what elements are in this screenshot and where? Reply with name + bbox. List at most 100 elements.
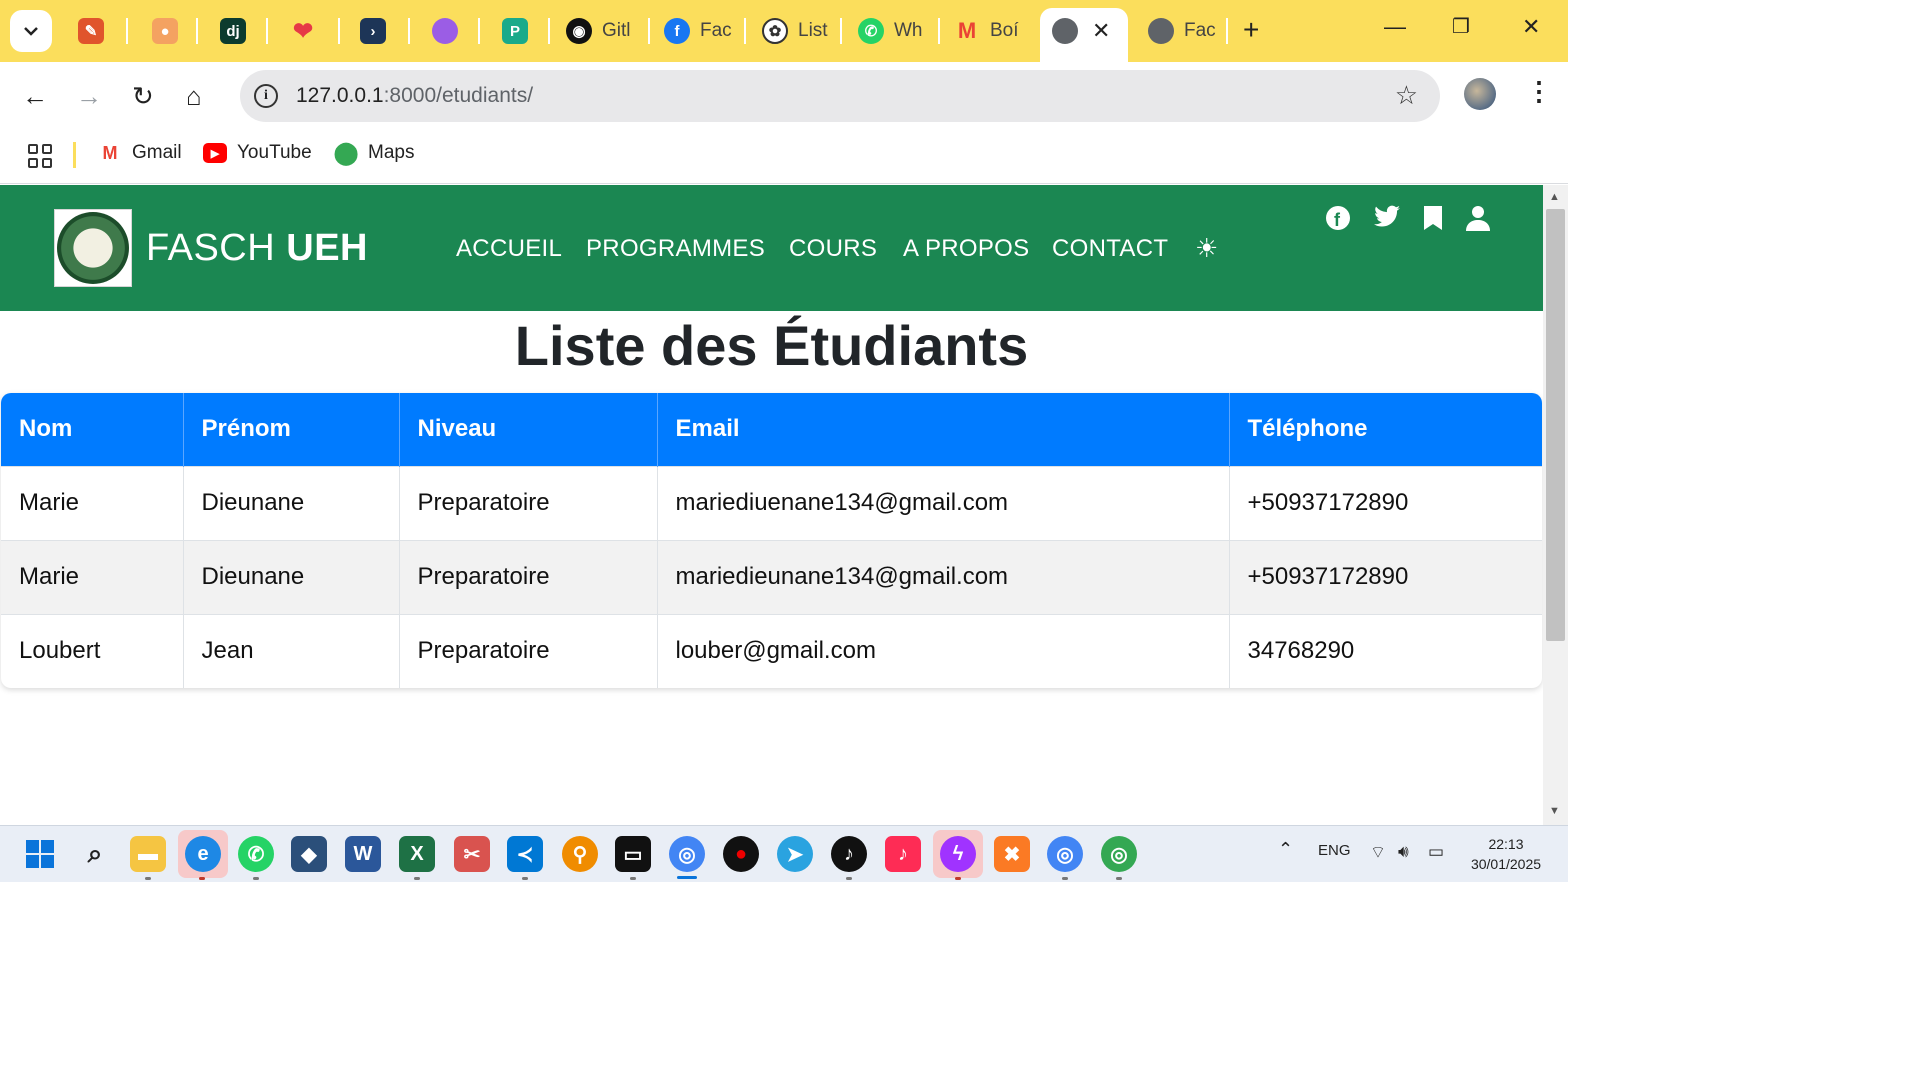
browser-tab[interactable]: f Fac [664,12,738,50]
browser-tab[interactable]: dj [220,12,250,50]
cell-email: mariedieunane134@gmail.com [657,539,1230,614]
tray-overflow-icon[interactable]: ⌃ [1278,839,1293,860]
xampp-icon[interactable]: ✖ [994,836,1030,872]
page-scrollbar[interactable]: ▲ ▼ [1543,185,1568,825]
reload-icon[interactable]: ↻ [132,82,154,110]
brand-light: FASCH [146,227,276,269]
messenger-icon[interactable]: ϟ [940,836,976,872]
forward-icon[interactable]: → [76,82,102,110]
gmail-icon: M [102,142,118,163]
bookmark-youtube[interactable]: ▶ YouTube [203,142,312,164]
browser-tab[interactable]: Fac [1148,12,1218,50]
chrome-profile-icon[interactable]: ◎ [1047,836,1083,872]
apps-grid-icon[interactable] [28,144,52,168]
page-viewport: FASCH UEH ACCUEIL PROGRAMMES COURS A PRO… [0,185,1543,825]
globe-icon [1052,18,1078,44]
site-info-icon[interactable]: i [254,84,278,108]
minimize-icon[interactable]: — [1384,14,1406,40]
battery-icon[interactable]: ▭ [1428,842,1444,862]
browser-tab[interactable]: P [502,12,532,50]
browser-tab[interactable]: ✿ List [762,12,830,50]
svg-text:f: f [1334,210,1341,230]
scrollbar-thumb[interactable] [1546,209,1565,641]
bookmark-star-icon[interactable]: ☆ [1395,80,1418,111]
twitter-icon[interactable] [1373,205,1401,236]
tab-separator [1226,18,1228,44]
scroll-up-icon[interactable]: ▲ [1549,191,1560,203]
whatsapp-icon[interactable]: ✆ [238,836,274,872]
browser-tab[interactable]: ❤ [290,12,320,50]
nav-programmes[interactable]: PROGRAMMES [586,235,765,263]
new-tab-button[interactable]: + [1243,14,1259,46]
close-tab-icon[interactable]: ✕ [1092,18,1110,44]
taskbar: ⌕ ▬ e ✆ ◆ W X ✂ ≺ ⚲ ▭ ◎ ● ➤ ♪ ♪ ϟ ✖ ◎ ◎ … [0,825,1568,882]
scroll-down-icon[interactable]: ▼ [1549,805,1560,817]
browser-tab[interactable]: › [360,12,390,50]
address-bar[interactable]: i 127.0.0.1:8000/etudiants/ ☆ [240,70,1440,122]
site-logo[interactable] [54,209,132,287]
tasks-icon: ✎ [78,18,104,44]
tab-search-button[interactable] [10,10,52,52]
browser-tab[interactable]: ● [152,12,182,50]
file-explorer-icon[interactable]: ▬ [130,836,166,872]
more-menu-icon[interactable]: ⋮ [1526,76,1552,106]
home-icon[interactable]: ⌂ [186,82,202,110]
word-icon[interactable]: W [345,836,381,872]
telegram-icon[interactable]: ➤ [777,836,813,872]
browser-tab[interactable]: ◉ Gitl [566,12,638,50]
search-tool-icon[interactable]: ⚲ [562,836,598,872]
brand-bold: UEH [286,227,368,269]
profile-avatar[interactable] [1464,78,1496,110]
globe-icon [1148,18,1174,44]
bookmark-gmail[interactable]: M Gmail [98,142,182,164]
windows-start-icon[interactable] [22,836,58,872]
wifi-icon[interactable]: ⌔ [1370,842,1386,863]
browser-tab[interactable]: M Boí [954,12,1024,50]
close-window-icon[interactable]: ✕ [1522,14,1540,40]
site-brand[interactable]: FASCH UEH [146,227,368,270]
running-indicator [522,877,528,880]
running-indicator [253,877,259,880]
cell-niveau: Preparatoire [399,465,658,540]
chatgpt-icon: ✿ [762,18,788,44]
theme-toggle-icon[interactable]: ☀ [1195,233,1218,264]
snipping-tool-icon[interactable]: ✂ [454,836,490,872]
volume-icon[interactable]: 🔊︎ [1398,842,1409,862]
clock[interactable]: 22:13 30/01/2025 [1464,834,1548,874]
nav-contact[interactable]: CONTACT [1052,235,1168,263]
running-indicator [414,877,420,880]
excel-icon[interactable]: X [399,836,435,872]
bookmark-icon[interactable] [1423,205,1443,238]
bookmark-maps[interactable]: ⬤ Maps [334,140,415,165]
replit-icon: P [502,18,528,44]
restore-icon[interactable]: ❐ [1452,14,1470,39]
search-icon[interactable]: ⌕ [77,836,113,872]
tab-title: Boí [990,20,1019,41]
terminal-icon[interactable]: ▭ [615,836,651,872]
browser-tab[interactable]: ✆ Wh [858,12,926,50]
tiktok-app-icon[interactable]: ♪ [885,836,921,872]
browser-tab[interactable]: ✎ [78,12,108,50]
user-icon[interactable] [1466,205,1490,238]
nav-cours[interactable]: COURS [789,235,877,263]
facebook-icon[interactable]: f [1325,205,1351,238]
browser-tab[interactable] [432,12,462,50]
virtualbox-icon[interactable]: ◆ [291,836,327,872]
chrome-icon[interactable]: ◎ [669,836,705,872]
tab-title: Fac [700,20,732,41]
nav-accueil[interactable]: ACCUEIL [456,235,562,263]
back-icon[interactable]: ← [22,82,48,110]
recorder-icon[interactable]: ● [723,836,759,872]
language-indicator[interactable]: ENG [1318,842,1351,859]
cell-email: mariediuenane134@gmail.com [657,465,1230,540]
tab-separator [938,18,940,44]
nav-a-propos[interactable]: A PROPOS [903,235,1029,263]
running-indicator [145,877,151,880]
vscode-icon[interactable]: ≺ [507,836,543,872]
tiktok-icon[interactable]: ♪ [831,836,867,872]
facebook-icon: f [664,18,690,44]
edge-icon[interactable]: e [185,836,221,872]
chrome-profile-icon[interactable]: ◎ [1101,836,1137,872]
code-icon: › [360,18,386,44]
active-tab[interactable]: ✕ [1040,8,1128,62]
